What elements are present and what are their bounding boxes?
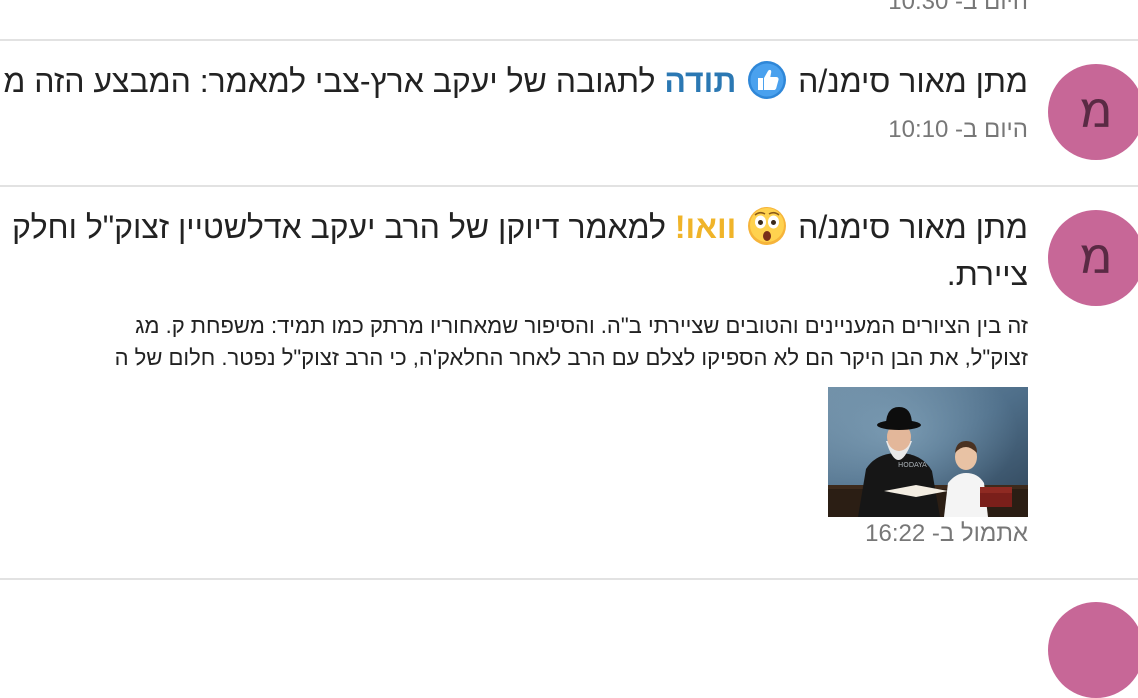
notification-line-continued[interactable]: ציירת. bbox=[947, 256, 1028, 293]
divider bbox=[0, 578, 1138, 580]
reaction-label: תודה bbox=[664, 63, 737, 100]
timestamp: היום ב- 10:10 bbox=[888, 116, 1028, 143]
user-link[interactable]: מתן מאור סימנ/ה bbox=[798, 209, 1028, 246]
reaction-label: וואו! bbox=[674, 209, 737, 246]
image-watermark: HODAYA bbox=[898, 461, 927, 469]
notification-line: מתן מאור סימנ/ה תודה לתגובה של יעקב ארץ-… bbox=[3, 60, 1028, 108]
user-link[interactable]: מתן מאור סימנ/ה bbox=[798, 63, 1028, 100]
divider bbox=[0, 39, 1138, 41]
avatar[interactable]: מ bbox=[1048, 64, 1138, 160]
avatar[interactable] bbox=[1048, 602, 1138, 698]
action-text[interactable]: לתגובה של יעקב ארץ-צבי למאמר: המבצע הזה … bbox=[3, 63, 655, 100]
timestamp: אתמול ב- 16:22 bbox=[865, 520, 1028, 547]
wow-face-icon bbox=[747, 206, 787, 254]
comment-excerpt-line: זצוק"ל, את הבן היקר הם לא הספיקו לצלם עם… bbox=[114, 345, 1028, 370]
comment-excerpt-line: זה בין הציורים המעניינים והטובים שציירתי… bbox=[135, 313, 1028, 338]
action-text[interactable]: למאמר דיוקן של הרב יעקב אדלשטיין זצוק"ל … bbox=[12, 209, 666, 246]
avatar-letter: מ bbox=[1079, 227, 1113, 285]
notification-line: מתן מאור סימנ/ה וואו! למאמר דיוקן של הרב… bbox=[12, 206, 1028, 254]
avatar[interactable]: מ bbox=[1048, 210, 1138, 306]
attached-image[interactable]: HODAYA bbox=[828, 387, 1028, 517]
previous-item-timestamp: היום ב- 10:30 bbox=[888, 0, 1028, 15]
thumbs-up-icon bbox=[747, 60, 787, 108]
divider bbox=[0, 185, 1138, 187]
avatar-letter: מ bbox=[1079, 81, 1113, 139]
